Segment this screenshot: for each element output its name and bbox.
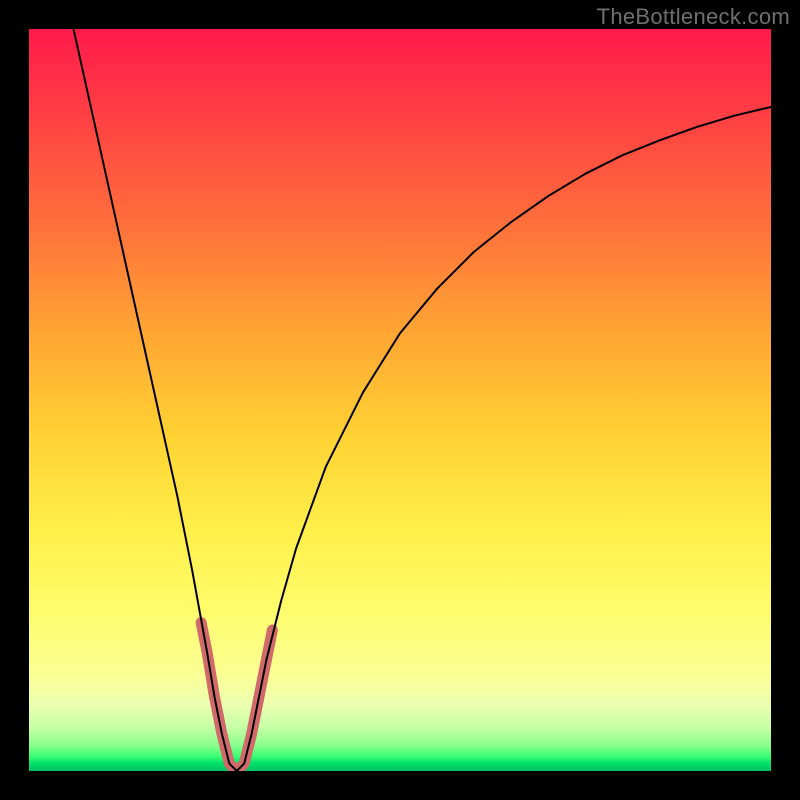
watermark-text: TheBottleneck.com (597, 4, 790, 30)
curve-layer (29, 29, 771, 771)
chart-container: TheBottleneck.com (0, 0, 800, 800)
plot-frame (29, 29, 771, 771)
curve-highlight (201, 623, 272, 771)
curve-main (74, 29, 771, 771)
